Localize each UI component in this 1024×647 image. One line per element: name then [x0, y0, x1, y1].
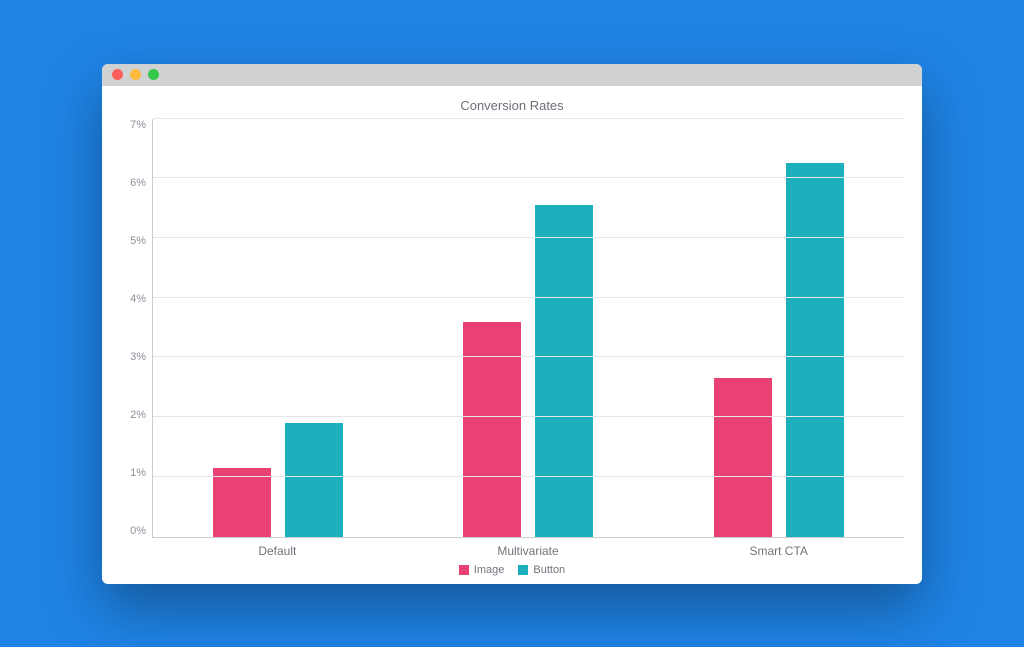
gridline	[153, 476, 904, 477]
bar-button	[285, 423, 343, 536]
bar-image	[213, 468, 271, 537]
close-icon[interactable]	[112, 69, 123, 80]
legend-label: Image	[474, 564, 505, 576]
y-tick: 4%	[130, 293, 146, 305]
x-tick: Multivariate	[403, 544, 654, 558]
bar-button	[786, 163, 844, 536]
legend-item-button: Button	[518, 564, 565, 576]
plot-region	[152, 119, 904, 538]
gridline	[153, 237, 904, 238]
window-titlebar	[102, 64, 922, 86]
chart-plot-area: 7% 6% 5% 4% 3% 2% 1% 0%	[120, 119, 904, 538]
gridline	[153, 416, 904, 417]
y-tick: 5%	[130, 235, 146, 247]
chart-title: Conversion Rates	[120, 98, 904, 113]
y-axis: 7% 6% 5% 4% 3% 2% 1% 0%	[120, 119, 152, 538]
minimize-icon[interactable]	[130, 69, 141, 80]
x-axis: Default Multivariate Smart CTA	[152, 544, 904, 558]
y-tick: 0%	[130, 525, 146, 537]
y-tick: 6%	[130, 177, 146, 189]
y-tick: 7%	[130, 119, 146, 131]
bar-image	[463, 322, 521, 537]
y-tick: 2%	[130, 409, 146, 421]
gridline	[153, 177, 904, 178]
legend-swatch-image	[459, 565, 469, 575]
chart-container: Conversion Rates 7% 6% 5% 4% 3% 2% 1% 0%…	[102, 86, 922, 584]
bar-button	[535, 205, 593, 536]
gridline	[153, 118, 904, 119]
legend-swatch-button	[518, 565, 528, 575]
x-tick: Default	[152, 544, 403, 558]
category-group	[153, 119, 403, 537]
zoom-icon[interactable]	[148, 69, 159, 80]
bar-image	[714, 378, 772, 536]
gridline	[153, 297, 904, 298]
gridline	[153, 356, 904, 357]
category-group	[654, 119, 904, 537]
legend-label: Button	[533, 564, 565, 576]
app-window: Conversion Rates 7% 6% 5% 4% 3% 2% 1% 0%…	[102, 64, 922, 584]
legend-item-image: Image	[459, 564, 505, 576]
bars-group	[153, 119, 904, 537]
x-tick: Smart CTA	[653, 544, 904, 558]
y-tick: 3%	[130, 351, 146, 363]
category-group	[403, 119, 653, 537]
y-tick: 1%	[130, 467, 146, 479]
legend: Image Button	[120, 564, 904, 576]
